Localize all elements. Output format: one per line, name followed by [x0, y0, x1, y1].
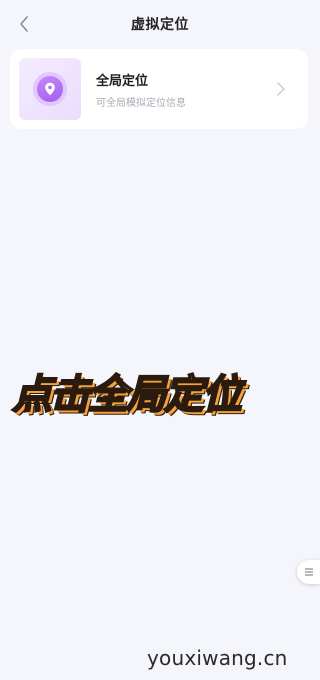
location-pin-icon [37, 76, 63, 102]
location-icon-tile [19, 58, 81, 120]
floating-menu-handle[interactable] [297, 560, 320, 584]
watermark: youxiwang.cn [147, 646, 288, 670]
global-location-card[interactable]: 全局定位 可全局模拟定位信息 [10, 49, 308, 129]
overlay-caption: 点击全局定位 [11, 371, 243, 419]
menu-lines-icon [304, 568, 313, 576]
card-title: 全局定位 [96, 74, 149, 89]
card-subtitle: 可全局模拟定位信息 [96, 98, 186, 109]
page-title: 虚拟定位 [131, 17, 189, 33]
header-bar: 虚拟定位 [0, 0, 320, 46]
chevron-right-icon [277, 82, 285, 96]
